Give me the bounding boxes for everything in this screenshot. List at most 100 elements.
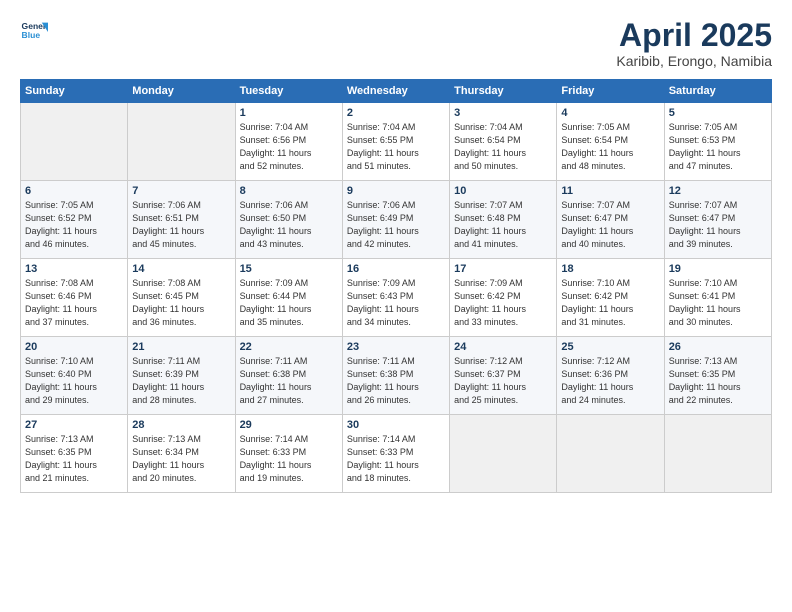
cell-5-6 xyxy=(557,415,664,493)
day-number: 18 xyxy=(561,263,659,275)
cell-info: Sunrise: 7:11 AM Sunset: 6:38 PM Dayligh… xyxy=(240,355,338,407)
cell-info: Sunrise: 7:12 AM Sunset: 6:36 PM Dayligh… xyxy=(561,355,659,407)
cell-2-7: 12 Sunrise: 7:07 AM Sunset: 6:47 PM Dayli… xyxy=(664,181,771,259)
cell-1-1 xyxy=(21,103,128,181)
day-number: 2 xyxy=(347,107,445,119)
cell-2-2: 7 Sunrise: 7:06 AM Sunset: 6:51 PM Daylig… xyxy=(128,181,235,259)
cell-info: Sunrise: 7:09 AM Sunset: 6:42 PM Dayligh… xyxy=(454,277,552,329)
day-number: 12 xyxy=(669,185,767,197)
title-block: April 2025 Karibib, Erongo, Namibia xyxy=(616,18,772,69)
cell-info: Sunrise: 7:13 AM Sunset: 6:35 PM Dayligh… xyxy=(669,355,767,407)
day-number: 24 xyxy=(454,341,552,353)
cell-info: Sunrise: 7:14 AM Sunset: 6:33 PM Dayligh… xyxy=(347,433,445,485)
calendar-table: Sunday Monday Tuesday Wednesday Thursday… xyxy=(20,79,772,493)
day-number: 13 xyxy=(25,263,123,275)
day-number: 10 xyxy=(454,185,552,197)
cell-3-3: 15 Sunrise: 7:09 AM Sunset: 6:44 PM Dayli… xyxy=(235,259,342,337)
day-number: 4 xyxy=(561,107,659,119)
header-thursday: Thursday xyxy=(450,80,557,103)
cell-info: Sunrise: 7:08 AM Sunset: 6:46 PM Dayligh… xyxy=(25,277,123,329)
day-number: 9 xyxy=(347,185,445,197)
day-number: 15 xyxy=(240,263,338,275)
cell-3-1: 13 Sunrise: 7:08 AM Sunset: 6:46 PM Dayli… xyxy=(21,259,128,337)
header-saturday: Saturday xyxy=(664,80,771,103)
cell-1-3: 1Sunrise: 7:04 AM Sunset: 6:56 PM Daylig… xyxy=(235,103,342,181)
header-monday: Monday xyxy=(128,80,235,103)
cell-3-7: 19Sunrise: 7:10 AM Sunset: 6:41 PM Dayli… xyxy=(664,259,771,337)
cell-2-1: 6 Sunrise: 7:05 AM Sunset: 6:52 PM Daylig… xyxy=(21,181,128,259)
day-number: 23 xyxy=(347,341,445,353)
day-number: 5 xyxy=(669,107,767,119)
cell-3-4: 16 Sunrise: 7:09 AM Sunset: 6:43 PM Dayli… xyxy=(342,259,449,337)
day-number: 7 xyxy=(132,185,230,197)
cell-3-5: 17 Sunrise: 7:09 AM Sunset: 6:42 PM Dayli… xyxy=(450,259,557,337)
cell-info: Sunrise: 7:04 AM Sunset: 6:54 PM Dayligh… xyxy=(454,121,552,173)
day-number: 30 xyxy=(347,419,445,431)
cell-info: Sunrise: 7:08 AM Sunset: 6:45 PM Dayligh… xyxy=(132,277,230,329)
cell-4-3: 22Sunrise: 7:11 AM Sunset: 6:38 PM Dayli… xyxy=(235,337,342,415)
day-number: 11 xyxy=(561,185,659,197)
day-number: 3 xyxy=(454,107,552,119)
cell-info: Sunrise: 7:14 AM Sunset: 6:33 PM Dayligh… xyxy=(240,433,338,485)
cell-info: Sunrise: 7:06 AM Sunset: 6:49 PM Dayligh… xyxy=(347,199,445,251)
cell-info: Sunrise: 7:07 AM Sunset: 6:47 PM Dayligh… xyxy=(669,199,767,251)
cell-3-2: 14 Sunrise: 7:08 AM Sunset: 6:45 PM Dayli… xyxy=(128,259,235,337)
cell-info: Sunrise: 7:10 AM Sunset: 6:42 PM Dayligh… xyxy=(561,277,659,329)
day-number: 1 xyxy=(240,107,338,119)
header-row: Sunday Monday Tuesday Wednesday Thursday… xyxy=(21,80,772,103)
cell-5-2: 28 Sunrise: 7:13 AM Sunset: 6:34 PM Dayli… xyxy=(128,415,235,493)
day-number: 6 xyxy=(25,185,123,197)
header-tuesday: Tuesday xyxy=(235,80,342,103)
cell-info: Sunrise: 7:11 AM Sunset: 6:38 PM Dayligh… xyxy=(347,355,445,407)
cell-info: Sunrise: 7:06 AM Sunset: 6:51 PM Dayligh… xyxy=(132,199,230,251)
logo: General Blue xyxy=(20,18,48,46)
cell-4-5: 24 Sunrise: 7:12 AM Sunset: 6:37 PM Dayli… xyxy=(450,337,557,415)
cell-5-3: 29Sunrise: 7:14 AM Sunset: 6:33 PM Dayli… xyxy=(235,415,342,493)
cell-info: Sunrise: 7:11 AM Sunset: 6:39 PM Dayligh… xyxy=(132,355,230,407)
day-number: 28 xyxy=(132,419,230,431)
cell-info: Sunrise: 7:13 AM Sunset: 6:35 PM Dayligh… xyxy=(25,433,123,485)
cell-4-1: 20 Sunrise: 7:10 AM Sunset: 6:40 PM Dayli… xyxy=(21,337,128,415)
logo-icon: General Blue xyxy=(20,18,48,46)
cell-1-6: 4Sunrise: 7:05 AM Sunset: 6:54 PM Daylig… xyxy=(557,103,664,181)
cell-1-5: 3 Sunrise: 7:04 AM Sunset: 6:54 PM Daylig… xyxy=(450,103,557,181)
cell-1-2 xyxy=(128,103,235,181)
day-number: 14 xyxy=(132,263,230,275)
day-number: 20 xyxy=(25,341,123,353)
cell-info: Sunrise: 7:04 AM Sunset: 6:55 PM Dayligh… xyxy=(347,121,445,173)
cell-info: Sunrise: 7:09 AM Sunset: 6:43 PM Dayligh… xyxy=(347,277,445,329)
cell-4-6: 25Sunrise: 7:12 AM Sunset: 6:36 PM Dayli… xyxy=(557,337,664,415)
cell-info: Sunrise: 7:10 AM Sunset: 6:40 PM Dayligh… xyxy=(25,355,123,407)
cell-4-7: 26Sunrise: 7:13 AM Sunset: 6:35 PM Dayli… xyxy=(664,337,771,415)
cell-5-5 xyxy=(450,415,557,493)
location: Karibib, Erongo, Namibia xyxy=(616,53,772,69)
month-title: April 2025 xyxy=(616,18,772,53)
svg-text:Blue: Blue xyxy=(22,30,41,40)
cell-info: Sunrise: 7:05 AM Sunset: 6:52 PM Dayligh… xyxy=(25,199,123,251)
cell-info: Sunrise: 7:09 AM Sunset: 6:44 PM Dayligh… xyxy=(240,277,338,329)
week-row-3: 13 Sunrise: 7:08 AM Sunset: 6:46 PM Dayli… xyxy=(21,259,772,337)
cell-info: Sunrise: 7:07 AM Sunset: 6:48 PM Dayligh… xyxy=(454,199,552,251)
week-row-2: 6 Sunrise: 7:05 AM Sunset: 6:52 PM Daylig… xyxy=(21,181,772,259)
page-header: General Blue April 2025 Karibib, Erongo,… xyxy=(20,18,772,69)
cell-5-4: 30 Sunrise: 7:14 AM Sunset: 6:33 PM Dayli… xyxy=(342,415,449,493)
day-number: 16 xyxy=(347,263,445,275)
day-number: 21 xyxy=(132,341,230,353)
cell-info: Sunrise: 7:12 AM Sunset: 6:37 PM Dayligh… xyxy=(454,355,552,407)
day-number: 17 xyxy=(454,263,552,275)
cell-1-4: 2 Sunrise: 7:04 AM Sunset: 6:55 PM Daylig… xyxy=(342,103,449,181)
cell-2-3: 8Sunrise: 7:06 AM Sunset: 6:50 PM Daylig… xyxy=(235,181,342,259)
day-number: 19 xyxy=(669,263,767,275)
cell-2-5: 10 Sunrise: 7:07 AM Sunset: 6:48 PM Dayli… xyxy=(450,181,557,259)
cell-2-4: 9 Sunrise: 7:06 AM Sunset: 6:49 PM Daylig… xyxy=(342,181,449,259)
day-number: 27 xyxy=(25,419,123,431)
header-sunday: Sunday xyxy=(21,80,128,103)
cell-info: Sunrise: 7:13 AM Sunset: 6:34 PM Dayligh… xyxy=(132,433,230,485)
cell-info: Sunrise: 7:07 AM Sunset: 6:47 PM Dayligh… xyxy=(561,199,659,251)
header-friday: Friday xyxy=(557,80,664,103)
cell-1-7: 5 Sunrise: 7:05 AM Sunset: 6:53 PM Daylig… xyxy=(664,103,771,181)
cell-info: Sunrise: 7:05 AM Sunset: 6:53 PM Dayligh… xyxy=(669,121,767,173)
cell-2-6: 11 Sunrise: 7:07 AM Sunset: 6:47 PM Dayli… xyxy=(557,181,664,259)
week-row-1: 1Sunrise: 7:04 AM Sunset: 6:56 PM Daylig… xyxy=(21,103,772,181)
cell-4-2: 21 Sunrise: 7:11 AM Sunset: 6:39 PM Dayli… xyxy=(128,337,235,415)
